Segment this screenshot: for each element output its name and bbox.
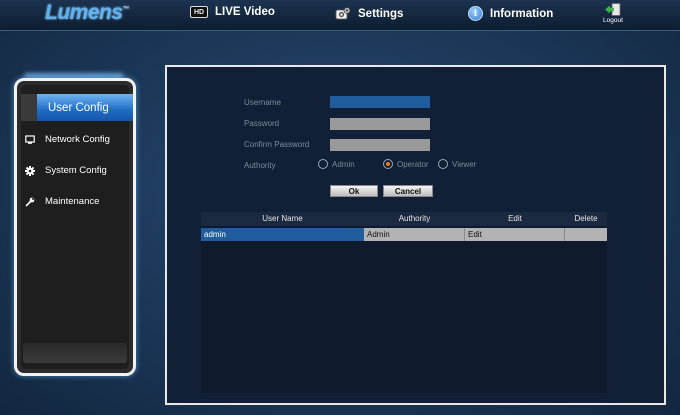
sidebar-item-label: Maintenance [45, 196, 100, 207]
trademark-mark: ™ [122, 6, 130, 13]
logo-text: Lumens [45, 1, 123, 24]
radio-button[interactable] [438, 159, 448, 169]
authority-radio-operator[interactable]: Operator [383, 159, 429, 169]
authority-label: Authority [244, 161, 276, 170]
logout-label: Logout [603, 17, 623, 24]
column-header-edit: Edit [508, 214, 522, 223]
sidebar-item-label: Network Config [45, 134, 110, 145]
sidebar-active-stub [21, 94, 37, 121]
gear-icon [25, 165, 35, 176]
table-header: User Name Authority Edit Delete [201, 212, 607, 226]
hd-video-icon: HD [190, 6, 208, 18]
confirm-password-label: Confirm Password [244, 140, 310, 149]
sidebar-inner [21, 85, 129, 369]
cell-authority: Admin [364, 228, 465, 241]
lumens-logo: Lumens™ [45, 1, 129, 25]
password-label: Password [244, 119, 280, 128]
monitor-icon [25, 134, 35, 145]
password-input[interactable] [330, 118, 430, 130]
sidebar: User Config Network Config System Config [14, 78, 136, 376]
delete-cell[interactable] [565, 228, 607, 241]
cell-user-name: admin [201, 228, 364, 241]
info-icon: i [468, 6, 483, 21]
radio-label: Admin [332, 159, 355, 169]
nav-settings[interactable]: Settings [335, 6, 403, 22]
sidebar-item-user-config[interactable]: User Config [37, 94, 133, 121]
sidebar-footer [23, 343, 127, 363]
sidebar-item-network-config[interactable]: Network Config [25, 134, 110, 145]
nav-settings-label: Settings [358, 8, 404, 20]
logout-button[interactable]: Logout [598, 3, 628, 24]
logout-icon [605, 3, 621, 16]
column-header-user-name: User Name [262, 214, 303, 223]
nav-live-video-label: LIVE Video [215, 6, 275, 18]
username-input[interactable] [330, 96, 430, 108]
column-header-authority: Authority [398, 214, 431, 223]
ok-button[interactable]: Ok [330, 185, 378, 197]
table-row[interactable]: admin Admin Edit [201, 228, 607, 241]
cancel-button[interactable]: Cancel [383, 185, 433, 197]
radio-button-selected[interactable] [383, 159, 393, 169]
settings-icon [335, 7, 351, 20]
radio-label: Viewer [452, 159, 477, 169]
top-nav-bar: Lumens™ HD LIVE Video Settings i Informa… [0, 0, 680, 31]
authority-radio-admin[interactable]: Admin [318, 159, 355, 169]
username-label: Username [244, 98, 281, 107]
user-table: User Name Authority Edit Delete admin Ad… [201, 212, 607, 393]
sidebar-item-system-config[interactable]: System Config [25, 165, 107, 176]
user-config-panel: Username Password Confirm Password Autho… [165, 65, 666, 405]
edit-link[interactable]: Edit [465, 228, 565, 241]
sidebar-item-label: User Config [48, 101, 109, 114]
confirm-password-input[interactable] [330, 139, 430, 151]
sidebar-item-maintenance[interactable]: Maintenance [25, 196, 99, 207]
column-header-delete: Delete [574, 214, 598, 223]
radio-button[interactable] [318, 159, 328, 169]
radio-label: Operator [397, 159, 429, 169]
sidebar-item-label: System Config [45, 165, 107, 176]
nav-live-video[interactable]: HD LIVE Video [190, 6, 275, 18]
nav-information-label: Information [490, 7, 554, 20]
authority-radio-viewer[interactable]: Viewer [438, 159, 476, 169]
wrench-icon [25, 197, 35, 207]
nav-information[interactable]: i Information [468, 6, 553, 21]
